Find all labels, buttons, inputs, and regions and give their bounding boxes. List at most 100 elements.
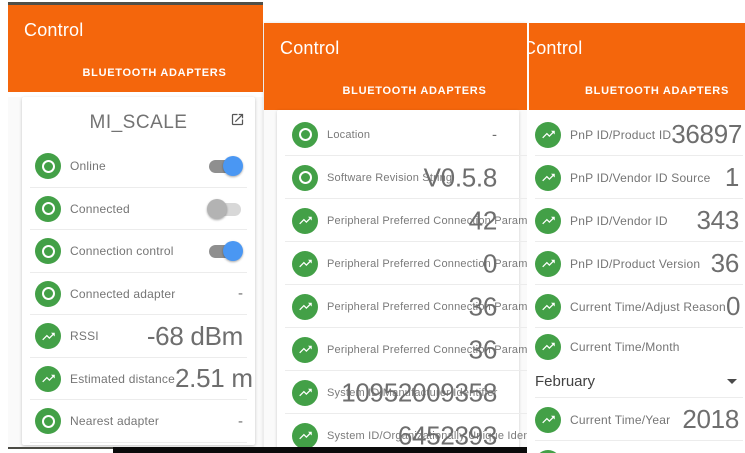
entity-value: 36 [468,291,498,321]
entity-row: Current Time/Adjust Reason 0 [529,285,745,328]
card-title: MI_SCALE [89,112,188,133]
trending-up-icon [292,293,318,320]
entity-value: - [238,412,243,430]
toggle-switch[interactable] [207,156,243,177]
entity-row: Peripheral Preferred Connection Paramete… [277,199,527,242]
power-ring-icon [292,121,318,148]
entity-row: PnP ID/Product Version 36 [529,242,745,285]
panel-body: Location - Software Revision String V0.5.8 P… [264,110,527,453]
toggle-switch[interactable] [207,198,243,219]
entity-row: Connected adapter - [22,273,255,316]
app-header: Control BLUETOOTH ADAPTERS [529,23,745,110]
entity-rows: Location - Software Revision String V0.5.8 P… [277,110,527,453]
panel-body: PnP ID/Product ID 36897 PnP ID/Vendor ID S… [529,110,745,453]
entity-label: Location [327,128,371,141]
entity-label: Connected adapter [70,286,176,301]
caret-down-icon [727,379,737,384]
power-ring-icon [292,164,318,191]
entity-value: 36897 [671,119,743,149]
entity-row: Connected [22,188,255,231]
entity-label: Estimated distance [70,371,175,386]
entity-row: Online [22,145,255,188]
trending-up-icon [292,336,318,363]
tab-bar: BLUETOOTH ADAPTERS [27,63,263,81]
entity-label: Peripheral Preferred Connection Paramete… [327,214,527,227]
entity-value: 2.51 m [175,363,253,394]
android-nav-bar [113,447,527,453]
tab-bluetooth-adapters[interactable]: BLUETOOTH ADAPTERS [585,85,729,97]
panel-pnp-time: Control BLUETOOTH ADAPTERS PnP ID/Produc… [527,23,745,453]
trending-up-icon [535,121,561,148]
screenshot-collage: Control BLUETOOTH ADAPTERS MI_SCALE Onli… [0,0,745,453]
power-ring-icon [35,195,61,222]
tab-bar: BLUETOOTH ADAPTERS [548,81,745,99]
entity-card: Location - Software Revision String V0.5.8 P… [277,110,527,453]
app-title: Control [527,38,583,58]
entity-label: PnP ID/Vendor ID Source [570,170,711,185]
entity-rows: PnP ID/Product ID 36897 PnP ID/Vendor ID S… [529,110,745,453]
entity-row: Estimated distance 2.51 m [22,358,255,401]
entity-row: PnP ID/Vendor ID Source 1 [529,156,745,199]
entity-value: 2018 [682,404,739,434]
entity-row-select: Current Time/Month February [529,328,745,398]
entity-value: - [238,285,243,303]
entity-row: RSSI -68 dBm [22,315,255,358]
trending-up-icon [535,250,561,277]
app-header: Control BLUETOOTH ADAPTERS [8,5,263,92]
tab-bluetooth-adapters[interactable]: BLUETOOTH ADAPTERS [343,85,487,97]
entity-value: 10952009358 [341,377,497,407]
entity-label: Current Time/Month [570,339,680,354]
entity-label: PnP ID/Product Version [570,256,701,271]
entity-row: Peripheral Preferred Connection Paramete… [277,242,527,285]
entity-value: 0 [725,291,741,321]
power-ring-icon [35,408,61,435]
trending-up-icon [535,207,561,234]
month-select[interactable]: February [529,365,745,398]
entity-value: 36 [468,334,498,364]
entity-row: PnP ID/Vendor ID 343 [529,199,745,242]
entity-value: 0 [482,248,497,278]
entity-row: PnP ID/Product ID 36897 [529,113,745,156]
entity-label: Nearest adapter [70,414,160,429]
trending-up-icon [292,250,318,277]
entity-label: Peripheral Preferred Connection Paramete… [327,343,527,356]
entity-label: PnP ID/Product ID [570,127,672,142]
app-title: Control [24,20,84,40]
panel-mi-scale: Control BLUETOOTH ADAPTERS MI_SCALE Onli… [8,2,263,449]
entity-label: Current Time/Year [570,412,671,427]
entity-value: -68 dBm [146,320,243,351]
entity-row: System ID/Manufacturer Identifier 1095200… [277,371,527,414]
entity-label: PnP ID/Vendor ID [570,213,668,228]
entity-value: 42 [468,205,498,235]
trending-up-icon [35,365,61,392]
entity-label: Peripheral Preferred Connection Paramete… [327,300,527,313]
tab-bar: BLUETOOTH ADAPTERS [283,81,527,99]
entity-row: Connection control [22,230,255,273]
entity-row: Nearest adapter - [22,400,255,443]
entity-value: 36 [710,248,740,278]
trending-up-icon [535,293,561,320]
trending-up-icon [35,323,61,350]
entity-row: Peripheral Preferred Connection Paramete… [277,328,527,371]
entity-row: Location - [277,113,527,156]
power-ring-icon [35,153,61,180]
app-header: Control BLUETOOTH ADAPTERS [264,23,527,110]
entity-label: Connected [70,201,130,216]
trending-up-icon [535,406,561,433]
entity-label: RSSI [70,329,99,344]
entity-value: 343 [696,205,740,235]
entity-row: Current Time/Year 2018 [529,398,745,441]
trending-up-icon [292,379,318,406]
entity-label: Connection control [70,244,174,259]
trending-up-icon [535,333,561,360]
app-title: Control [280,38,340,58]
entity-card: PnP ID/Product ID 36897 PnP ID/Vendor ID S… [529,110,745,453]
entity-card: MI_SCALE Online Connected Connection contr… [22,97,255,445]
trending-up-icon [292,422,318,449]
trending-up-icon [292,207,318,234]
trending-up-icon [535,449,561,453]
open-in-new-icon[interactable] [230,112,245,127]
entity-label: Peripheral Preferred Connection Paramete… [327,257,527,270]
tab-bluetooth-adapters[interactable]: BLUETOOTH ADAPTERS [83,67,227,79]
toggle-switch[interactable] [207,241,243,262]
